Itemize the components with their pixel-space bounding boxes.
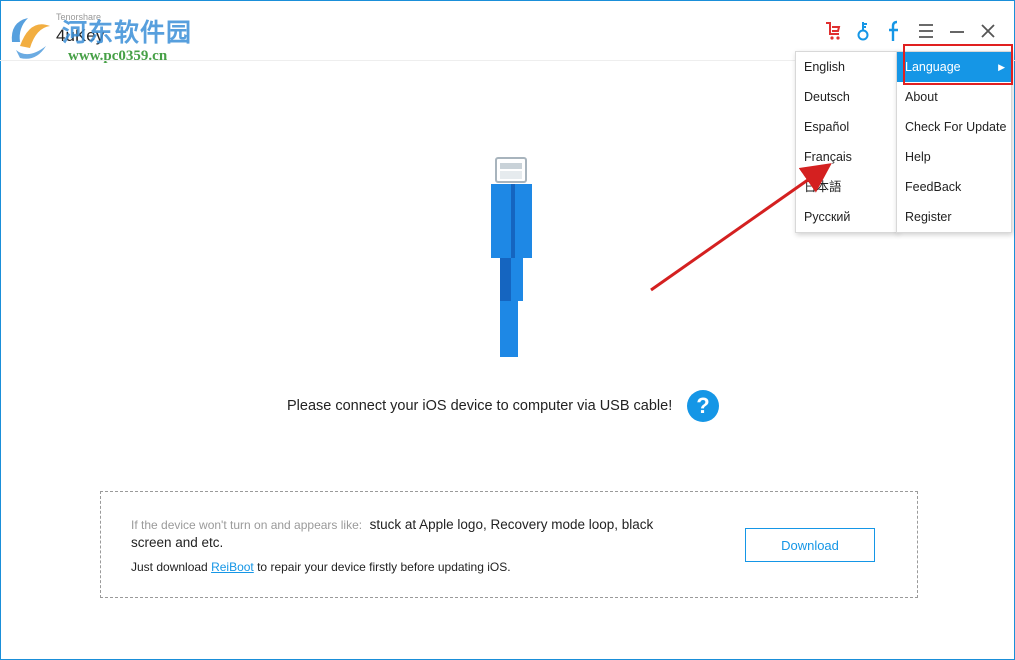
info-repair-text: Just download ReiBoot to repair your dev… (131, 560, 511, 574)
close-icon[interactable] (979, 20, 997, 42)
key-icon[interactable] (855, 20, 873, 42)
help-button[interactable]: ? (687, 390, 719, 422)
app-logo-icon (11, 18, 50, 59)
language-item-japanese[interactable]: 日本語 (796, 172, 897, 202)
info-prefix: If the device won't turn on and appears … (131, 518, 363, 532)
menu-item-feedback[interactable]: FeedBack (897, 172, 1011, 202)
language-item-francais[interactable]: Français (796, 142, 897, 172)
menu-item-about[interactable]: About (897, 82, 1011, 112)
watermark-url: www.pc0359.cn (68, 48, 168, 64)
language-item-russian[interactable]: Русский (796, 202, 897, 232)
language-submenu: English Deutsch Español Français 日本語 Рус… (795, 51, 898, 233)
menu-item-check-update[interactable]: Check For Update (897, 112, 1011, 142)
language-item-english[interactable]: English (796, 52, 897, 82)
lightning-cable-icon (491, 157, 532, 357)
info-box: If the device won't turn on and appears … (100, 491, 918, 598)
facebook-icon[interactable] (886, 20, 904, 42)
minimize-icon[interactable] (948, 20, 966, 42)
language-item-deutsch[interactable]: Deutsch (796, 82, 897, 112)
language-item-espanol[interactable]: Español (796, 112, 897, 142)
reiboot-link[interactable]: ReiBoot (211, 560, 254, 574)
connect-message: Please connect your iOS device to comput… (287, 398, 673, 414)
info-line2-after: to repair your device firstly before upd… (253, 560, 511, 574)
menu-icon[interactable] (917, 20, 935, 42)
watermark-text: 河东软件园 (62, 18, 193, 47)
menu-item-register[interactable]: Register (897, 202, 1011, 232)
titlebar-controls (824, 18, 997, 44)
download-button[interactable]: Download (745, 528, 875, 562)
cart-icon[interactable] (824, 20, 842, 42)
annotation-highlight-box (903, 44, 1013, 85)
info-symptoms-text: If the device won't turn on and appears … (131, 516, 691, 552)
info-line2-before: Just download (131, 560, 212, 574)
menu-item-help[interactable]: Help (897, 142, 1011, 172)
